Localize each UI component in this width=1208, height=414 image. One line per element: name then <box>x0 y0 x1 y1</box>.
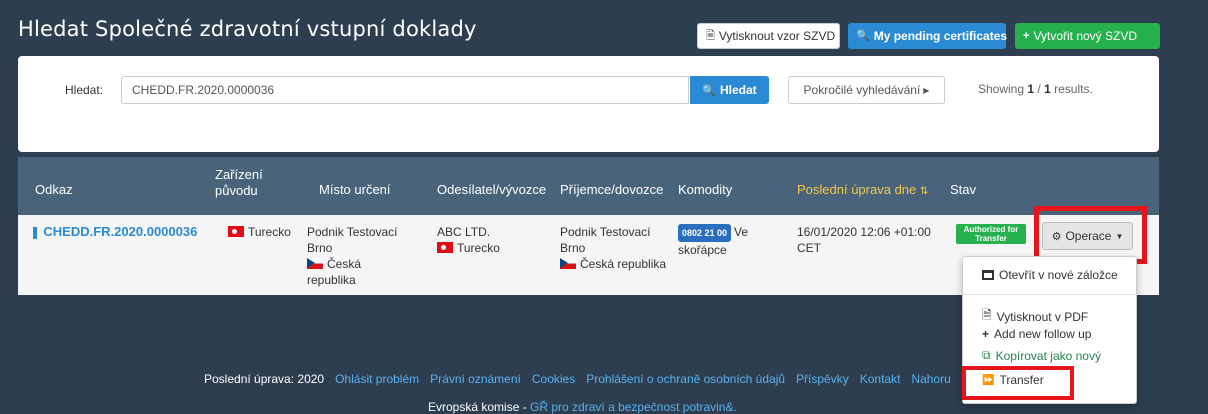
copy-as-new-label: Kopírovat jako nový <box>995 348 1101 363</box>
origin-value: Turecko <box>248 225 291 239</box>
search-icon: 🔍 <box>702 84 716 97</box>
destination-cell: Podnik Testovací Brno Česká republika <box>307 224 422 288</box>
showing-current: 1 <box>1027 82 1035 96</box>
contributions-link[interactable]: Příspěvky <box>796 372 849 386</box>
header-ref[interactable]: Odkaz <box>35 182 73 198</box>
destination-line1: Podnik Testovací <box>307 225 398 239</box>
last-update-a: 16/01/2020 12:06 +01:00 <box>797 225 931 239</box>
page-title: Hledat Společné zdravotní vstupní doklad… <box>18 17 477 41</box>
turkey-flag-icon <box>228 226 244 237</box>
commodity-text-a: Ve <box>734 225 749 239</box>
table-header: Odkaz Zařízení původu Místo určení Odesí… <box>18 157 1159 215</box>
report-problem-link[interactable]: Ohlásit problém <box>335 372 419 386</box>
turkey-flag-icon <box>437 242 453 253</box>
footer-links: Poslední úprava: 2020 Ohlásit problém Pr… <box>204 372 951 386</box>
footer-org: Evropská komise - GŘ pro zdraví a bezpeč… <box>428 400 737 414</box>
document-icon: 🗎 <box>706 30 715 42</box>
header-origin[interactable]: Zařízení původu <box>215 167 275 199</box>
copy-as-new-item[interactable]: ⧉ Kopírovat jako nový <box>982 348 1101 363</box>
search-label: Hledat: <box>65 83 104 97</box>
legal-notice-link[interactable]: Právní oznámení <box>430 372 521 386</box>
advanced-search-label: Pokročilé vyhledávání <box>803 83 921 97</box>
czech-flag-icon <box>307 258 323 269</box>
open-new-tab-item[interactable]: Otevřít v nové záložce <box>982 268 1118 282</box>
commodity-code-badge: 0802 21 00 <box>678 224 732 242</box>
print-pdf-label: Vytisknout v PDF <box>996 309 1089 324</box>
footer-last-update: Poslední úprava: 2020 <box>204 372 325 386</box>
showing-sep: / <box>1037 82 1041 96</box>
last-update-b: CET <box>797 241 821 255</box>
header-commodities[interactable]: Komodity <box>678 182 732 198</box>
destination-line2: Brno <box>307 241 333 255</box>
plus-icon: + <box>1023 30 1030 42</box>
bookmark-icon: ❚ <box>30 225 41 239</box>
status-line2: Transfer <box>975 234 1007 243</box>
search-icon: 🔍 <box>856 30 870 42</box>
search-button-label: Hledat <box>720 83 757 97</box>
last-update-cell: 16/01/2020 12:06 +01:00 CET <box>797 224 947 256</box>
my-pending-certificates-button[interactable]: 🔍 My pending certificates <box>848 23 1008 49</box>
plus-icon: + <box>982 327 990 341</box>
print-pdf-item[interactable]: 🗎 Vytisknout v PDF <box>982 306 1088 327</box>
contact-link[interactable]: Kontakt <box>860 372 901 386</box>
showing-total: 1 <box>1044 82 1051 96</box>
consignee-country: Česká republika <box>580 257 667 271</box>
cookies-link[interactable]: Cookies <box>532 372 575 386</box>
consignor-name: ABC LTD. <box>437 225 491 239</box>
print-template-button[interactable]: 🗎 Vytisknout vzor SZVD <box>697 23 840 49</box>
showing-suffix: results. <box>1054 82 1093 96</box>
add-follow-up-item[interactable]: + Add new follow up <box>982 327 1091 341</box>
search-input[interactable]: CHEDD.FR.2020.0000036 <box>121 76 689 104</box>
consignor-country: Turecko <box>457 241 500 255</box>
footer-commission: Evropská komise - <box>428 400 527 414</box>
create-new-button[interactable]: + Vytvořit nový SZVD <box>1015 23 1160 49</box>
consignee-line1: Podnik Testovací <box>560 225 651 239</box>
print-template-label: Vytisknout vzor SZVD <box>718 29 836 43</box>
ref-link[interactable]: CHEDD.FR.2020.0000036 <box>43 224 197 239</box>
new-label: Vytvořit nový SZVD <box>1033 29 1138 43</box>
pending-label: My pending certificates <box>873 29 1008 43</box>
privacy-link[interactable]: Prohlášení o ochraně osobních údajů <box>586 372 785 386</box>
results-count: Showing 1 / 1 results. <box>978 82 1093 96</box>
caret-right-icon: ▶ <box>923 85 930 95</box>
add-follow-up-label: Add new follow up <box>994 327 1092 341</box>
dg-link[interactable]: GŘ pro zdraví a bezpečnost potravin&. <box>530 400 737 414</box>
window-icon <box>982 270 994 280</box>
copy-icon: ⧉ <box>982 348 991 362</box>
header-last-update-label: Poslední úprava dne <box>797 182 917 197</box>
destination-country-a: Česká <box>327 257 362 271</box>
header-consignor[interactable]: Odesílatel/vývozce <box>437 182 546 198</box>
advanced-search-button[interactable]: Pokročilé vyhledávání ▶ <box>788 76 945 104</box>
open-new-tab-label: Otevřít v nové záložce <box>999 268 1118 282</box>
origin-cell: Turecko <box>228 224 291 240</box>
czech-flag-icon <box>560 258 576 269</box>
consignor-cell: ABC LTD. Turecko <box>437 224 500 256</box>
header-status[interactable]: Stav <box>950 182 976 198</box>
consignee-cell: Podnik Testovací Brno Česká republika <box>560 224 680 272</box>
dropdown-divider <box>963 294 1138 295</box>
status-line1: Authorized for <box>963 225 1019 234</box>
commodity-text-b: skořápce <box>678 243 727 257</box>
pdf-icon: 🗎 <box>982 308 992 322</box>
top-link[interactable]: Nahoru <box>911 372 950 386</box>
destination-country-b: republika <box>307 273 356 287</box>
header-last-update[interactable]: Poslední úprava dne ⇅ <box>797 182 928 200</box>
header-destination[interactable]: Místo určení <box>319 182 391 198</box>
header-consignee[interactable]: Příjemce/dovozce <box>560 182 663 198</box>
search-button[interactable]: 🔍 Hledat <box>690 76 769 104</box>
search-panel: Hledat: CHEDD.FR.2020.0000036 🔍 Hledat P… <box>18 56 1159 152</box>
sort-icon: ⇅ <box>919 186 929 197</box>
ref-cell[interactable]: ❚ CHEDD.FR.2020.0000036 <box>30 224 197 240</box>
status-badge: Authorized for Transfer <box>956 224 1026 244</box>
commodity-cell: 0802 21 00 Ve skořápce <box>678 224 788 258</box>
consignee-line2: Brno <box>560 241 586 255</box>
showing-prefix: Showing <box>978 82 1025 96</box>
highlight-transfer <box>962 366 1074 400</box>
